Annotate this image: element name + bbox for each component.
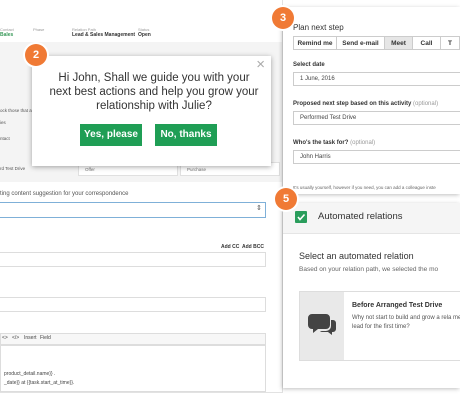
no-thanks-button[interactable]: No, thanks xyxy=(155,124,217,146)
tab-meet[interactable]: Meet xyxy=(384,36,413,50)
chat-bubbles-icon xyxy=(300,292,344,360)
content-suggestion-label: ting content suggestion for your corresp… xyxy=(0,191,129,197)
content-suggestion-select[interactable] xyxy=(0,202,266,218)
side-text-2: ies xyxy=(0,120,6,125)
automated-relations-header: Automated relations xyxy=(283,203,460,234)
tab-task[interactable]: T xyxy=(440,36,460,50)
toolbar-insert-button[interactable]: Insert xyxy=(24,335,37,341)
guidance-modal: × Hi John, Shall we guide you with your … xyxy=(32,56,271,166)
guidance-message: Hi John, Shall we guide you with your ne… xyxy=(49,72,259,112)
toolbar-field-button[interactable]: Field xyxy=(40,335,51,341)
select-relation-heading: Select an automated relation xyxy=(299,251,414,261)
automated-relations-title: Automated relations xyxy=(318,211,403,222)
editor-line-1: product_detail.name}} . xyxy=(4,371,56,377)
checkbox-checked-icon[interactable] xyxy=(295,211,307,223)
assignee-label-text: Who's the task for? xyxy=(293,140,349,146)
yes-please-button[interactable]: Yes, please xyxy=(80,124,142,146)
tab-send-email[interactable]: Send e-mail xyxy=(336,36,385,50)
step-2-badge: 2 xyxy=(25,44,47,66)
add-bcc-link[interactable]: Add BCC xyxy=(242,244,264,250)
assignee-hint: It's usually yourself, however if you ne… xyxy=(293,185,436,190)
date-field[interactable]: 1 June, 2016 xyxy=(293,72,460,86)
header-phase-label: Phase xyxy=(33,27,45,32)
header-contact-value[interactable]: Bales xyxy=(0,32,13,38)
step-5-badge: 5 xyxy=(275,188,297,210)
step-3-badge: 3 xyxy=(272,7,294,29)
automated-relations-panel: Automated relations Select an automated … xyxy=(283,203,460,388)
proposed-step-value: Performed Test Drive xyxy=(300,115,357,121)
date-value: 1 June, 2016 xyxy=(300,76,335,82)
header-status-value: Open xyxy=(138,32,151,38)
editor-line-2: _date}} at {{task.start_at_time}}. xyxy=(4,380,75,386)
plan-next-step-title: Plan next step xyxy=(293,23,344,32)
assignee-value: John Harris xyxy=(300,154,331,160)
assignee-field[interactable]: John Harris xyxy=(293,150,460,164)
select-relation-description: Based on your relation path, we selected… xyxy=(299,266,439,273)
select-arrows-icon: ⇕ xyxy=(256,205,262,212)
proposed-step-field[interactable]: Performed Test Drive xyxy=(293,111,460,125)
tab-call[interactable]: Call xyxy=(412,36,441,50)
toolbar-code-icon[interactable]: <> xyxy=(2,335,8,341)
header-relation-path-value: Lead & Sales Management xyxy=(72,32,136,38)
relation-card-text: Why not start to build and grow a rela m… xyxy=(352,315,460,330)
proposed-step-label: Proposed next step based on this activit… xyxy=(293,101,438,107)
action-tabs: Remind me Send e-mail Meet Call T xyxy=(293,36,460,50)
assignee-label: Who's the task for? (optional) xyxy=(293,140,375,146)
relation-card-title: Before Arranged Test Drive xyxy=(352,302,443,309)
assignee-optional: (optional) xyxy=(350,140,376,146)
date-label: Select date xyxy=(293,62,325,68)
proposed-step-label-text: Proposed next step based on this activit… xyxy=(293,101,412,107)
add-cc-link[interactable]: Add CC xyxy=(221,244,239,250)
toolbar-html-icon[interactable]: </> xyxy=(12,335,19,341)
relation-card[interactable]: Before Arranged Test Drive Why not start… xyxy=(299,291,460,361)
tab-remind-me[interactable]: Remind me xyxy=(293,36,337,50)
to-field[interactable] xyxy=(0,252,266,267)
side-text-3: ntact xyxy=(0,136,10,141)
side-text-1: ock those that at xyxy=(0,108,34,113)
proposed-step-optional: (optional) xyxy=(413,101,439,107)
subject-field[interactable] xyxy=(0,297,266,312)
side-text-4: rd Test Drive xyxy=(0,166,26,171)
plan-next-step-panel: Plan next step Remind me Send e-mail Mee… xyxy=(283,7,460,194)
